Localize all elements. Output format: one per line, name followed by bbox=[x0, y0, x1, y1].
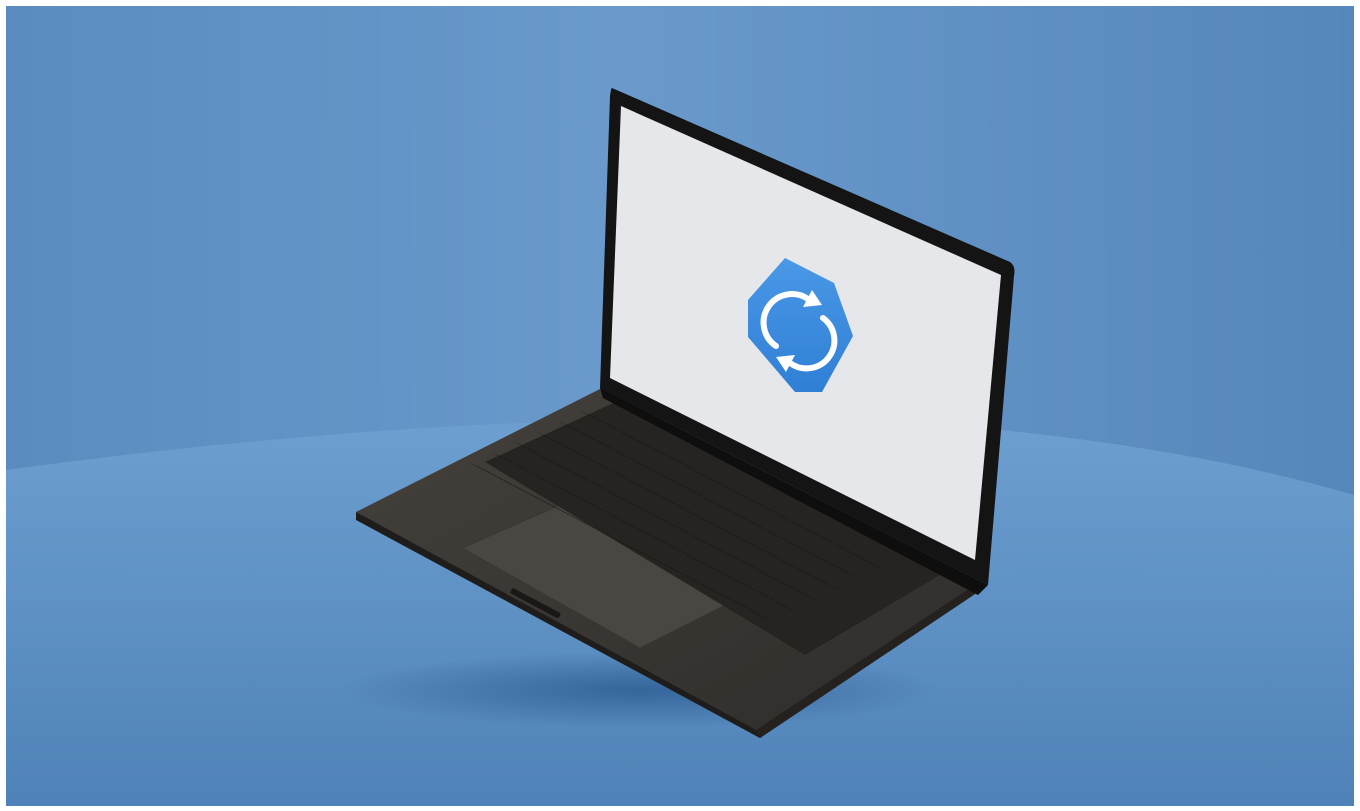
laptop-scene bbox=[6, 6, 1354, 806]
photo-frame bbox=[0, 0, 1360, 811]
